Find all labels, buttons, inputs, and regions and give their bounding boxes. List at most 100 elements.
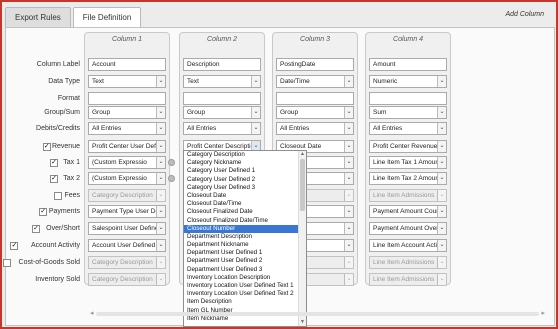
chevron-down-icon[interactable]: ⌄	[344, 257, 353, 268]
chevron-down-icon[interactable]: ⌄	[156, 206, 165, 217]
checkbox-cost-of-goods-sold[interactable]	[3, 258, 12, 267]
select-payments[interactable]: Payment Type User De ⌄	[88, 205, 166, 218]
select-debits-credits[interactable]: All Entries ⌄	[88, 122, 166, 135]
tab-file-definition[interactable]: File Definition	[72, 7, 142, 28]
dropdown-option[interactable]: Item Description	[184, 298, 306, 306]
select-cost-of-goods-sold[interactable]: Category Description ⌄	[88, 256, 166, 269]
chevron-down-icon[interactable]: ⌄	[156, 223, 165, 234]
dropdown-option[interactable]: Closeout Date	[184, 192, 306, 200]
select-group-sum[interactable]: Group ⌄	[183, 106, 261, 119]
scrollbar-thumb[interactable]	[300, 159, 305, 211]
select-tax-2[interactable]: Line Item Tax 2 Amoun ⌄	[369, 172, 447, 185]
dropdown-option[interactable]: Category User Defined 1	[184, 167, 306, 175]
chevron-down-icon[interactable]: ⌄	[437, 76, 446, 87]
select-tax-1[interactable]: Line Item Tax 1 Amoun ⌄	[369, 156, 447, 169]
select-payments[interactable]: Payment Amount Cour ⌄	[369, 205, 447, 218]
select-group-sum[interactable]: Group ⌄	[276, 106, 354, 119]
select-group-sum[interactable]: Group ⌄	[88, 106, 166, 119]
input-column-label[interactable]: PostingDate	[276, 58, 354, 71]
dropdown-option[interactable]: Inventory Location Description	[184, 274, 306, 282]
select-data-type[interactable]: Numeric ⌄	[369, 75, 447, 88]
scroll-track[interactable]	[96, 312, 539, 316]
chevron-down-icon[interactable]: ⌄	[344, 107, 353, 118]
chevron-down-icon[interactable]: ⌄	[156, 173, 165, 184]
chevron-down-icon[interactable]: ⌄	[344, 76, 353, 87]
chevron-down-icon[interactable]: ⌄	[251, 123, 260, 134]
chevron-down-icon[interactable]: ⌄	[251, 76, 260, 87]
select-data-type[interactable]: Date/Time ⌄	[276, 75, 354, 88]
dropdown-option[interactable]: Department User Defined 1	[184, 249, 306, 257]
chevron-down-icon[interactable]: ⌄	[156, 107, 165, 118]
chevron-down-icon[interactable]: ⌄	[156, 123, 165, 134]
input-format[interactable]	[369, 92, 447, 105]
chevron-down-icon[interactable]: ⌄	[344, 173, 353, 184]
select-tax-2[interactable]: (Custom Expressio ⌄	[88, 172, 166, 185]
chevron-down-icon[interactable]: ⌄	[156, 141, 165, 152]
dropdown-option[interactable]: Category Nickname	[184, 159, 306, 167]
dropdown-option[interactable]: Closeout Date/Time	[184, 200, 306, 208]
checkbox-over-short[interactable]: ✓	[32, 224, 40, 233]
dropdown-option[interactable]: Department User Defined 2	[184, 257, 306, 265]
chevron-down-icon[interactable]: ⌄	[344, 157, 353, 168]
chevron-down-icon[interactable]: ⌄	[437, 223, 446, 234]
chevron-down-icon[interactable]: ⌄	[156, 257, 165, 268]
select-account-activity[interactable]: Line Item Account Activ ⌄	[369, 239, 447, 252]
chevron-down-icon[interactable]: ⌄	[437, 190, 446, 201]
select-tax-1[interactable]: (Custom Expressio ⌄	[88, 156, 166, 169]
edit-expression-icon[interactable]	[168, 159, 175, 166]
chevron-down-icon[interactable]: ⌄	[344, 141, 353, 152]
input-format[interactable]	[88, 92, 166, 105]
select-revenue[interactable]: Profit Center Revenue ⌄	[369, 140, 447, 153]
dropdown-option[interactable]: Category User Defined 3	[184, 184, 306, 192]
select-debits-credits[interactable]: All Entries ⌄	[369, 122, 447, 135]
input-format[interactable]	[183, 92, 261, 105]
checkbox-tax-2[interactable]: ✓	[50, 174, 58, 183]
chevron-down-icon[interactable]: ⌄	[437, 141, 446, 152]
select-inventory-sold[interactable]: Line Item Admissions ⌄	[369, 273, 447, 286]
chevron-down-icon[interactable]: ⌄	[437, 157, 446, 168]
chevron-down-icon[interactable]: ⌄	[344, 223, 353, 234]
tab-export-rules[interactable]: Export Rules	[5, 7, 71, 27]
select-data-type[interactable]: Text ⌄	[88, 75, 166, 88]
chevron-down-icon[interactable]: ⌄	[251, 107, 260, 118]
select-debits-credits[interactable]: All Entries ⌄	[183, 122, 261, 135]
chevron-down-icon[interactable]: ⌄	[156, 274, 165, 285]
scroll-up-icon[interactable]: ▲	[299, 151, 306, 158]
dropdown-option[interactable]: Department Nickname	[184, 241, 306, 249]
select-revenue[interactable]: Profit Center User Defi ⌄	[88, 140, 166, 153]
input-column-label[interactable]: Amount	[369, 58, 447, 71]
checkbox-account-activity[interactable]: ✓	[10, 241, 19, 250]
dropdown-option[interactable]: Category Description	[184, 151, 306, 159]
horizontal-scrollbar[interactable]: ◂ ▸	[90, 310, 545, 317]
chevron-down-icon[interactable]: ⌄	[156, 157, 165, 168]
input-format[interactable]	[276, 92, 354, 105]
select-over-short[interactable]: Salespoint User Define ⌄	[88, 222, 166, 235]
dropdown-scrollbar[interactable]: ▲ ▼	[298, 151, 306, 326]
input-column-label[interactable]: Account	[88, 58, 166, 71]
select-group-sum[interactable]: Sum ⌄	[369, 106, 447, 119]
select-data-type[interactable]: Text ⌄	[183, 75, 261, 88]
chevron-down-icon[interactable]: ⌄	[437, 206, 446, 217]
select-cost-of-goods-sold[interactable]: Line Item Admissions ⌄	[369, 256, 447, 269]
scroll-down-icon[interactable]: ▼	[299, 319, 306, 326]
chevron-down-icon[interactable]: ⌄	[156, 76, 165, 87]
dropdown-option[interactable]: Closeout Finalized Date/Time	[184, 217, 306, 225]
chevron-down-icon[interactable]: ⌄	[344, 206, 353, 217]
chevron-down-icon[interactable]: ⌄	[344, 123, 353, 134]
chevron-down-icon[interactable]: ⌄	[156, 240, 165, 251]
chevron-down-icon[interactable]: ⌄	[437, 274, 446, 285]
checkbox-revenue[interactable]: ✓	[42, 142, 51, 151]
select-debits-credits[interactable]: All Entries ⌄	[276, 122, 354, 135]
select-inventory-sold[interactable]: Category Description ⌄	[88, 273, 166, 286]
checkbox-fees[interactable]	[53, 191, 62, 200]
edit-expression-icon[interactable]	[168, 175, 175, 182]
chevron-down-icon[interactable]: ⌄	[437, 123, 446, 134]
chevron-down-icon[interactable]: ⌄	[156, 190, 165, 201]
input-column-label[interactable]: Description	[183, 58, 261, 71]
chevron-down-icon[interactable]: ⌄	[437, 240, 446, 251]
dropdown-option[interactable]: Inventory Location User Defined Text 1	[184, 282, 306, 290]
select-fees[interactable]: Line Item Admissions ⌄	[369, 189, 447, 202]
chevron-down-icon[interactable]: ⌄	[344, 274, 353, 285]
dropdown-option[interactable]: Department Description	[184, 233, 306, 241]
add-column-link[interactable]: Add Column	[505, 11, 544, 18]
